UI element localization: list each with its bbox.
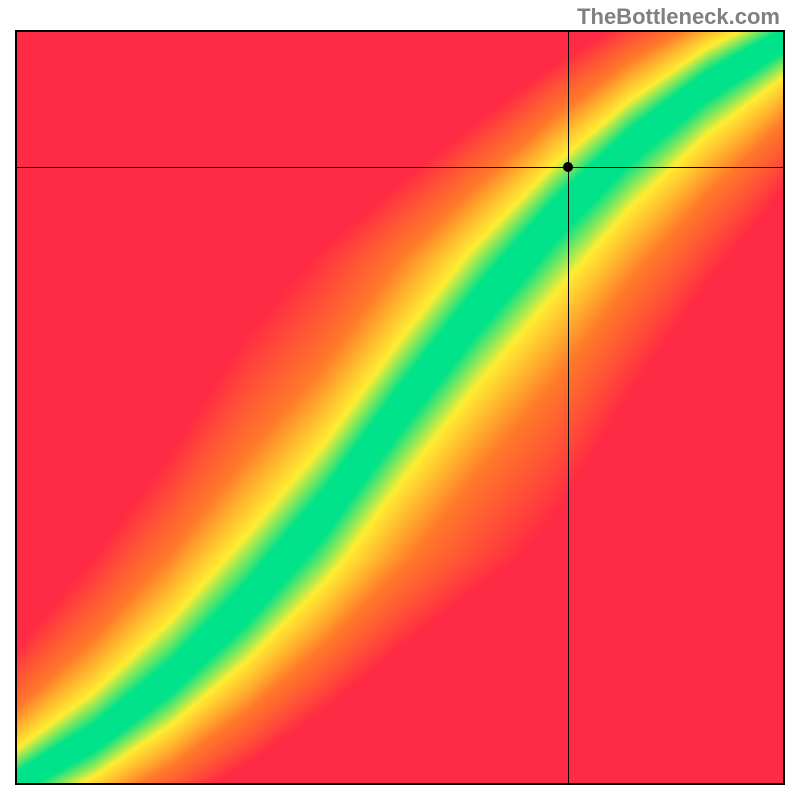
watermark-text: TheBottleneck.com	[577, 4, 780, 30]
chart-container: TheBottleneck.com	[0, 0, 800, 800]
heatmap-canvas	[17, 32, 783, 783]
plot-area	[15, 30, 785, 785]
crosshair-horizontal	[17, 167, 783, 168]
marker-dot	[563, 162, 573, 172]
crosshair-vertical	[568, 32, 569, 783]
